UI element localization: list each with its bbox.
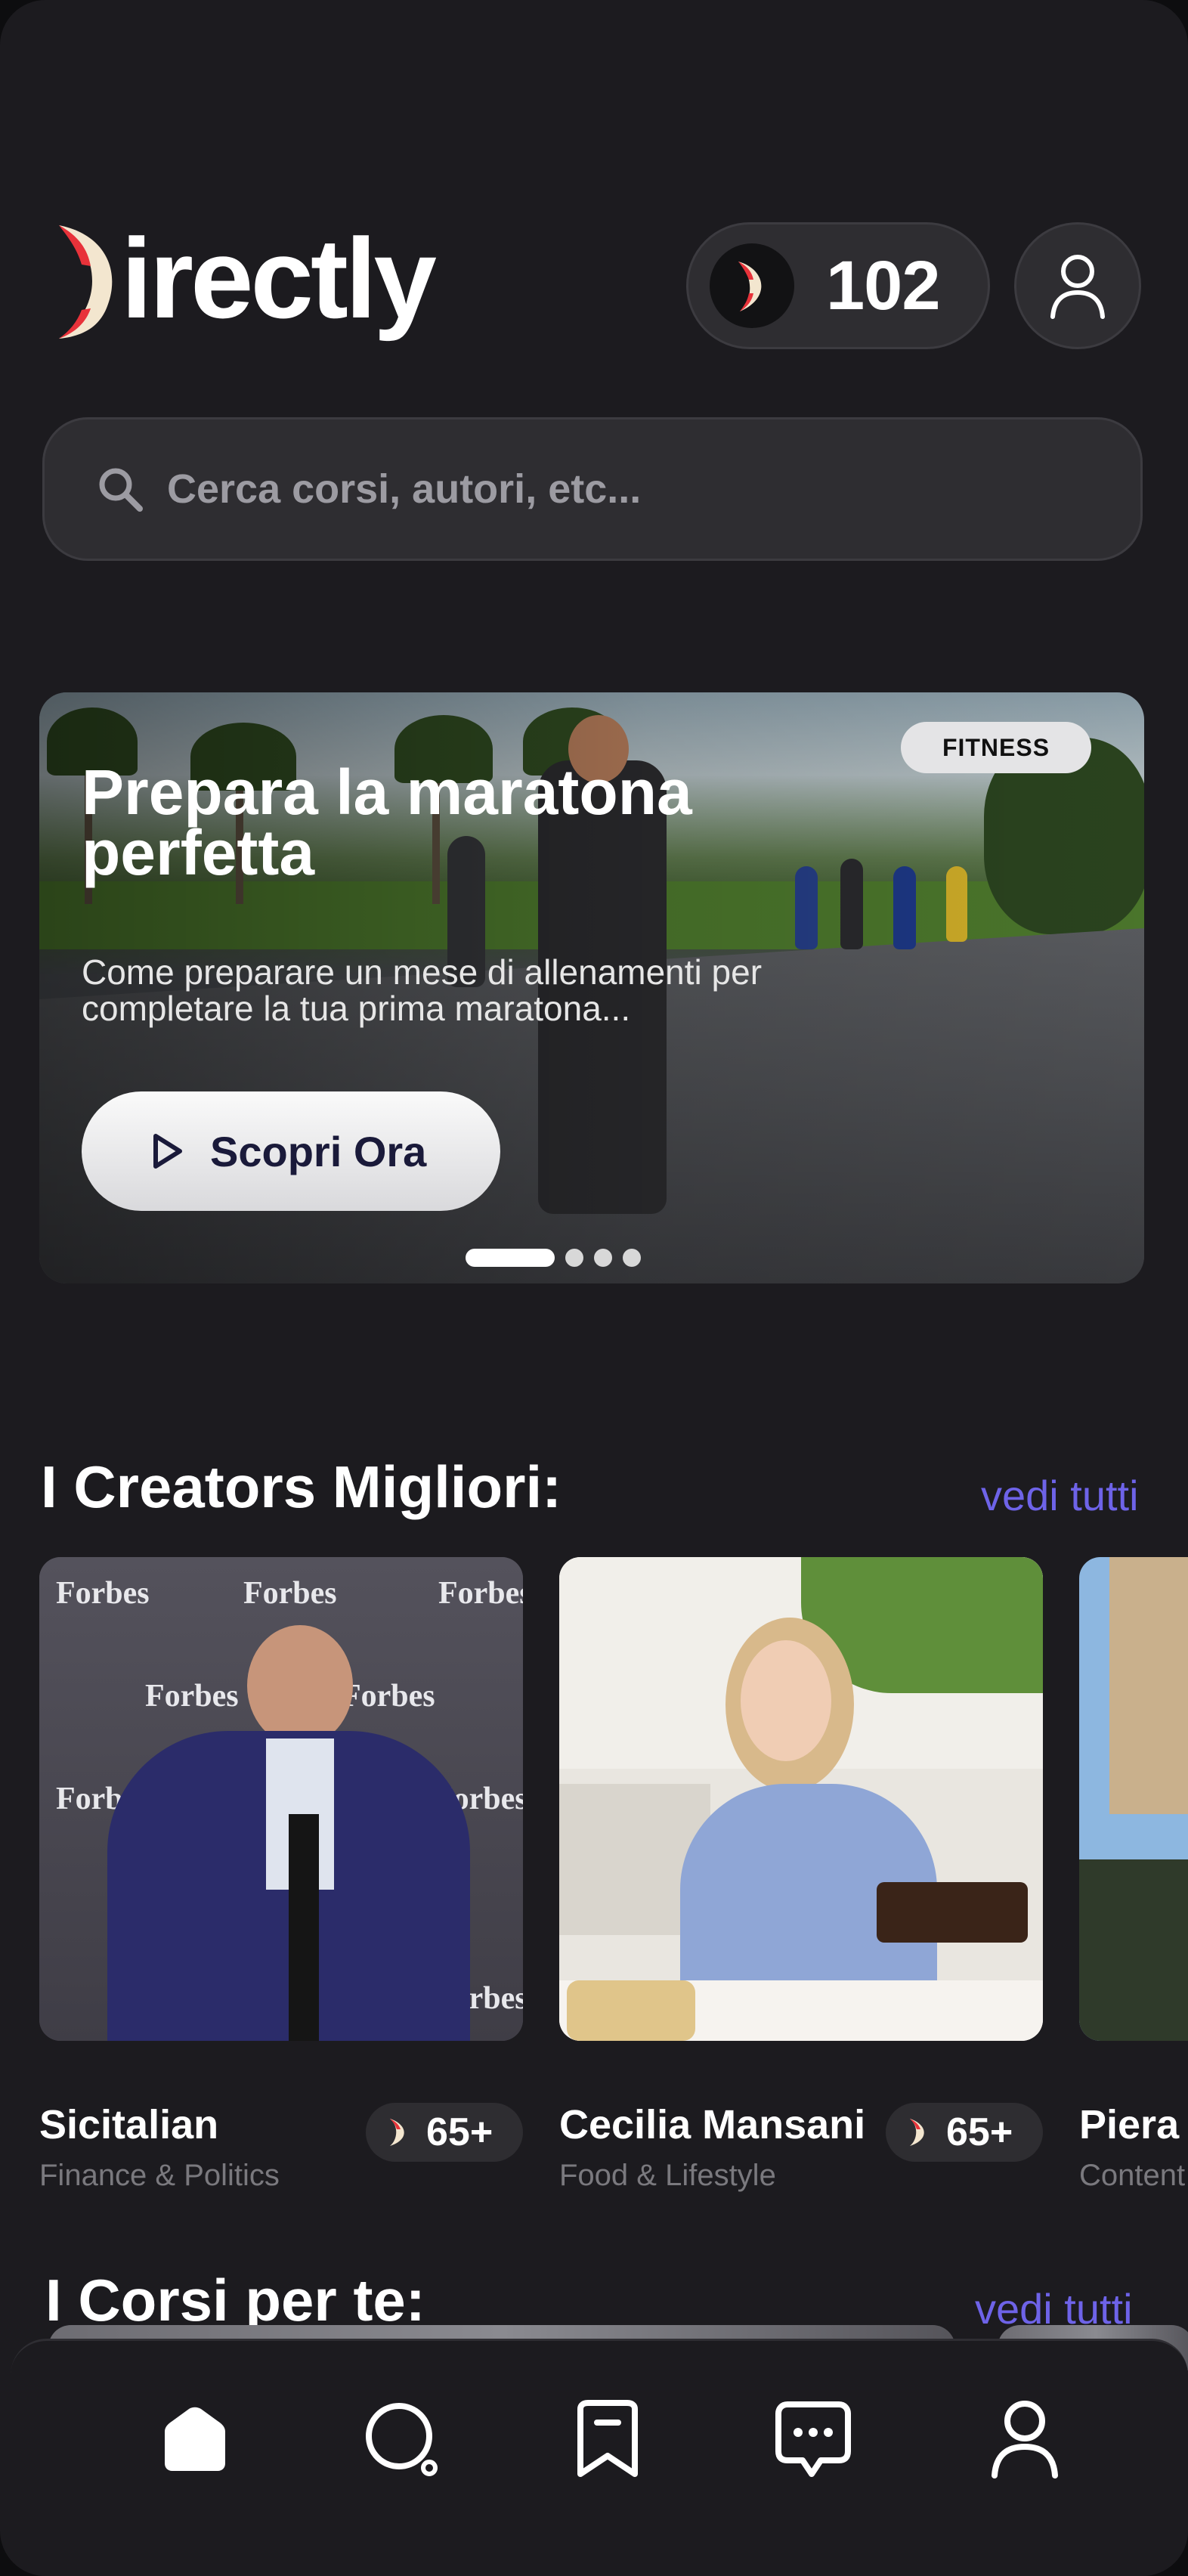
forbes-logo: Forbes	[145, 1679, 239, 1714]
bottom-nav	[11, 2339, 1188, 2576]
carousel-dot[interactable]	[565, 1249, 583, 1267]
creator-card-image[interactable]	[1079, 1557, 1188, 2041]
nav-saved[interactable]	[565, 2397, 650, 2482]
nav-messages[interactable]	[771, 2397, 855, 2482]
search-icon	[366, 2403, 438, 2476]
creator-price: 65+	[946, 2110, 1013, 2154]
cta-label: Scopri Ora	[210, 1127, 427, 1175]
creator-category: Content	[1079, 2159, 1186, 2192]
home-icon	[165, 2407, 225, 2471]
creator-card-image[interactable]: Forbes Forbes Forbes Forbes Forbes Forbe…	[39, 1557, 523, 2041]
directly-logo-mark	[59, 225, 113, 339]
user-icon	[1050, 255, 1105, 319]
forbes-logo: Forbes	[56, 1576, 150, 1611]
coin-count: 102	[826, 246, 940, 324]
carousel-dot[interactable]	[594, 1249, 612, 1267]
creators-section-title: I Creators Migliori:	[41, 1454, 562, 1520]
profile-button[interactable]	[1014, 222, 1141, 349]
bookmark-icon	[577, 2400, 638, 2477]
creator-price-badge: 65+	[366, 2103, 523, 2162]
nav-profile[interactable]	[982, 2397, 1067, 2482]
chat-icon	[775, 2401, 851, 2477]
play-icon	[153, 1134, 182, 1169]
creator-category: Food & Lifestyle	[559, 2159, 776, 2192]
coin-balance[interactable]: 102	[686, 222, 990, 349]
search-bar[interactable]	[42, 417, 1143, 561]
forbes-logo: Forbes	[342, 1679, 435, 1714]
search-icon	[99, 468, 143, 512]
coin-icon	[910, 2119, 924, 2146]
discover-now-button[interactable]: Scopri Ora	[82, 1091, 500, 1211]
carousel-indicator	[466, 1249, 641, 1267]
app-screen: irectly 102 Cerca corsi, autori, etc... …	[0, 0, 1188, 2576]
search-input[interactable]	[166, 465, 1075, 513]
creator-name[interactable]: Cecilia Mansani	[559, 2101, 865, 2148]
creator-category: Finance & Politics	[39, 2159, 280, 2192]
category-badge: FITNESS	[901, 722, 1091, 773]
coin-icon	[710, 243, 794, 328]
coin-icon	[390, 2119, 404, 2146]
app-name: irectly	[121, 214, 437, 342]
profile-icon	[992, 2401, 1058, 2478]
nav-search[interactable]	[360, 2397, 444, 2482]
forbes-logo: Forbes	[438, 1576, 523, 1611]
creator-price: 65+	[426, 2110, 493, 2154]
creator-price-badge: 65+	[886, 2103, 1043, 2162]
nav-home[interactable]	[153, 2397, 237, 2482]
carousel-dot[interactable]	[623, 1249, 641, 1267]
hero-title: Prepara la maratona perfetta	[82, 757, 692, 888]
creator-name[interactable]: Piera	[1079, 2101, 1179, 2148]
creator-name[interactable]: Sicitalian	[39, 2101, 218, 2148]
creator-card-image[interactable]	[559, 1557, 1043, 2041]
hero-subtitle: Come preparare un mese di allenamenti pe…	[82, 952, 763, 1028]
carousel-dot-active[interactable]	[466, 1249, 555, 1267]
creators-see-all-link[interactable]: vedi tutti	[981, 1471, 1139, 1520]
forbes-logo: Forbes	[243, 1576, 337, 1611]
app-logo: irectly	[53, 212, 437, 344]
